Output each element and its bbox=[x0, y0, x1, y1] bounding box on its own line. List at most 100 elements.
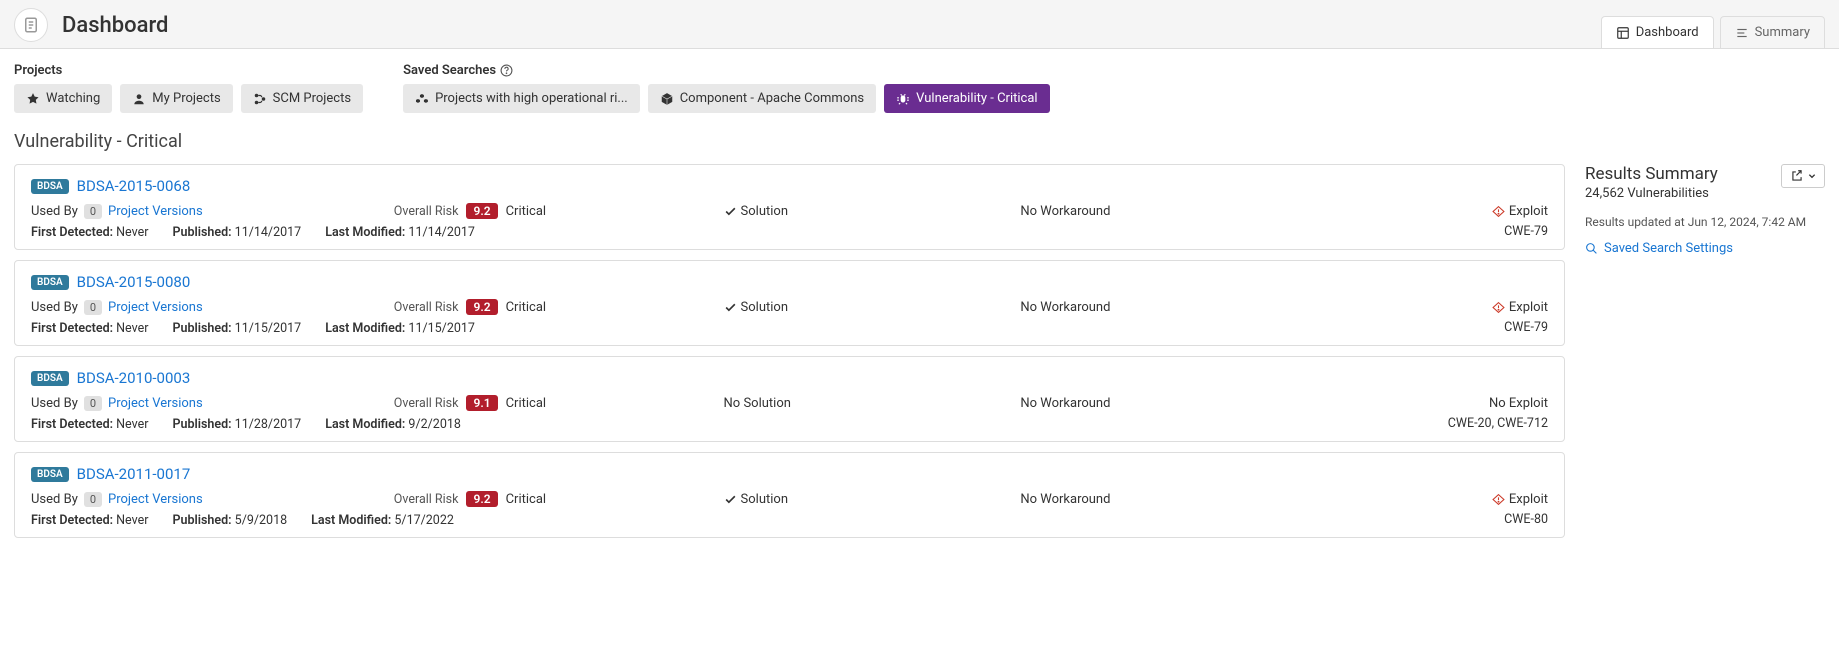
workaround-text: No Workaround bbox=[1020, 492, 1317, 507]
export-icon bbox=[1790, 169, 1804, 183]
search-icon bbox=[1585, 242, 1598, 255]
bug-icon bbox=[896, 92, 910, 106]
vuln-link[interactable]: BDSA-2011-0017 bbox=[77, 465, 191, 483]
chevron-down-icon bbox=[1808, 172, 1816, 180]
risk-score: 9.2 bbox=[466, 491, 497, 507]
solution-text: Solution bbox=[741, 492, 788, 507]
last-modified: Last Modified: 5/17/2022 bbox=[311, 513, 454, 528]
risk-level: Critical bbox=[506, 204, 546, 219]
used-by-count: 0 bbox=[84, 204, 102, 219]
vuln-card: BDSA BDSA-2010-0003 Used By 0 Project Versio… bbox=[14, 356, 1565, 442]
used-by-count: 0 bbox=[84, 300, 102, 315]
project-versions-link[interactable]: Project Versions bbox=[108, 492, 203, 507]
used-by-label: Used By bbox=[31, 300, 78, 315]
bdsa-badge: BDSA bbox=[31, 371, 69, 386]
first-detected: First Detected: Never bbox=[31, 321, 148, 336]
exploit-warning-icon bbox=[1492, 205, 1505, 218]
chip-component-apache-commons[interactable]: Component - Apache Commons bbox=[648, 84, 876, 113]
last-modified: Last Modified: 11/14/2017 bbox=[325, 225, 475, 240]
dashboard-icon bbox=[1616, 26, 1630, 40]
project-versions-link[interactable]: Project Versions bbox=[108, 204, 203, 219]
export-button[interactable] bbox=[1781, 164, 1825, 188]
exploit-text: No Exploit bbox=[1489, 396, 1548, 411]
workaround-text: No Workaround bbox=[1020, 396, 1317, 411]
used-by-label: Used By bbox=[31, 396, 78, 411]
overall-risk-label: Overall Risk bbox=[394, 204, 459, 219]
exploit-text: Exploit bbox=[1509, 204, 1548, 219]
star-icon bbox=[26, 92, 40, 106]
chip-vulnerability-critical[interactable]: Vulnerability - Critical bbox=[884, 84, 1049, 113]
solution-text: No Solution bbox=[724, 396, 791, 411]
last-modified: Last Modified: 11/15/2017 bbox=[325, 321, 475, 336]
overall-risk-label: Overall Risk bbox=[394, 492, 459, 507]
exploit-warning-icon bbox=[1492, 301, 1505, 314]
bdsa-badge: BDSA bbox=[31, 179, 69, 194]
summary-updated: Results updated at Jun 12, 2024, 7:42 AM bbox=[1585, 215, 1825, 229]
first-detected: First Detected: Never bbox=[31, 417, 148, 432]
workaround-text: No Workaround bbox=[1020, 204, 1317, 219]
overall-risk-label: Overall Risk bbox=[394, 300, 459, 315]
risk-level: Critical bbox=[506, 396, 546, 411]
page-title: Dashboard bbox=[62, 13, 168, 38]
tab-label: Dashboard bbox=[1636, 25, 1699, 40]
workaround-text: No Workaround bbox=[1020, 300, 1317, 315]
summary-icon bbox=[1735, 26, 1749, 40]
scm-icon bbox=[253, 92, 267, 106]
bdsa-badge: BDSA bbox=[31, 275, 69, 290]
document-icon bbox=[14, 8, 48, 42]
check-icon bbox=[724, 493, 737, 506]
exploit-text: Exploit bbox=[1509, 492, 1548, 507]
user-icon bbox=[132, 92, 146, 106]
risk-level: Critical bbox=[506, 300, 546, 315]
cubes-icon bbox=[415, 92, 429, 106]
published: Published: 11/15/2017 bbox=[172, 321, 301, 336]
saved-searches-label: Saved Searches bbox=[403, 63, 1050, 78]
saved-search-settings-link[interactable]: Saved Search Settings bbox=[1585, 241, 1825, 256]
published: Published: 11/28/2017 bbox=[172, 417, 301, 432]
used-by-count: 0 bbox=[84, 492, 102, 507]
published: Published: 5/9/2018 bbox=[172, 513, 287, 528]
vuln-card: BDSA BDSA-2015-0068 Used By 0 Project Versio… bbox=[14, 164, 1565, 250]
solution-text: Solution bbox=[741, 300, 788, 315]
projects-label: Projects bbox=[14, 63, 363, 78]
chip-label: My Projects bbox=[152, 91, 220, 106]
risk-score: 9.2 bbox=[466, 203, 497, 219]
chip-scm-projects[interactable]: SCM Projects bbox=[241, 84, 363, 113]
section-heading: Vulnerability - Critical bbox=[14, 131, 1825, 152]
help-icon[interactable] bbox=[500, 64, 513, 77]
used-by-label: Used By bbox=[31, 204, 78, 219]
vuln-link[interactable]: BDSA-2010-0003 bbox=[77, 369, 191, 387]
tab-dashboard[interactable]: Dashboard bbox=[1601, 16, 1714, 48]
solution-text: Solution bbox=[741, 204, 788, 219]
project-versions-link[interactable]: Project Versions bbox=[108, 396, 203, 411]
risk-level: Critical bbox=[506, 492, 546, 507]
tab-summary[interactable]: Summary bbox=[1720, 16, 1825, 48]
first-detected: First Detected: Never bbox=[31, 513, 148, 528]
tab-label: Summary bbox=[1755, 25, 1810, 40]
check-icon bbox=[724, 205, 737, 218]
exploit-warning-icon bbox=[1492, 493, 1505, 506]
chip-watching[interactable]: Watching bbox=[14, 84, 112, 113]
project-versions-link[interactable]: Project Versions bbox=[108, 300, 203, 315]
summary-count: 24,562 Vulnerabilities bbox=[1585, 186, 1718, 201]
chip-label: Vulnerability - Critical bbox=[916, 91, 1037, 106]
vuln-link[interactable]: BDSA-2015-0068 bbox=[77, 177, 191, 195]
box-icon bbox=[660, 92, 674, 106]
last-modified: Last Modified: 9/2/2018 bbox=[325, 417, 461, 432]
risk-score: 9.2 bbox=[466, 299, 497, 315]
vuln-card: BDSABDSA-2011-0017Used By0Project Versio… bbox=[14, 452, 1565, 538]
used-by-label: Used By bbox=[31, 492, 78, 507]
vuln-link[interactable]: BDSA-2015-0080 bbox=[77, 273, 191, 291]
vuln-card: BDSA BDSA-2015-0080 Used By 0 Project Versio… bbox=[14, 260, 1565, 346]
chip-label: SCM Projects bbox=[273, 91, 351, 106]
chip-my-projects[interactable]: My Projects bbox=[120, 84, 232, 113]
summary-title: Results Summary bbox=[1585, 164, 1718, 184]
chip-label: Projects with high operational ri... bbox=[435, 91, 628, 106]
overall-risk-label: Overall Risk bbox=[394, 396, 459, 411]
risk-score: 9.1 bbox=[466, 395, 497, 411]
chip-label: Component - Apache Commons bbox=[680, 91, 864, 106]
chip-projects-with-high-operational[interactable]: Projects with high operational ri... bbox=[403, 84, 640, 113]
used-by-count: 0 bbox=[84, 396, 102, 411]
chip-label: Watching bbox=[46, 91, 100, 106]
first-detected: First Detected: Never bbox=[31, 225, 148, 240]
